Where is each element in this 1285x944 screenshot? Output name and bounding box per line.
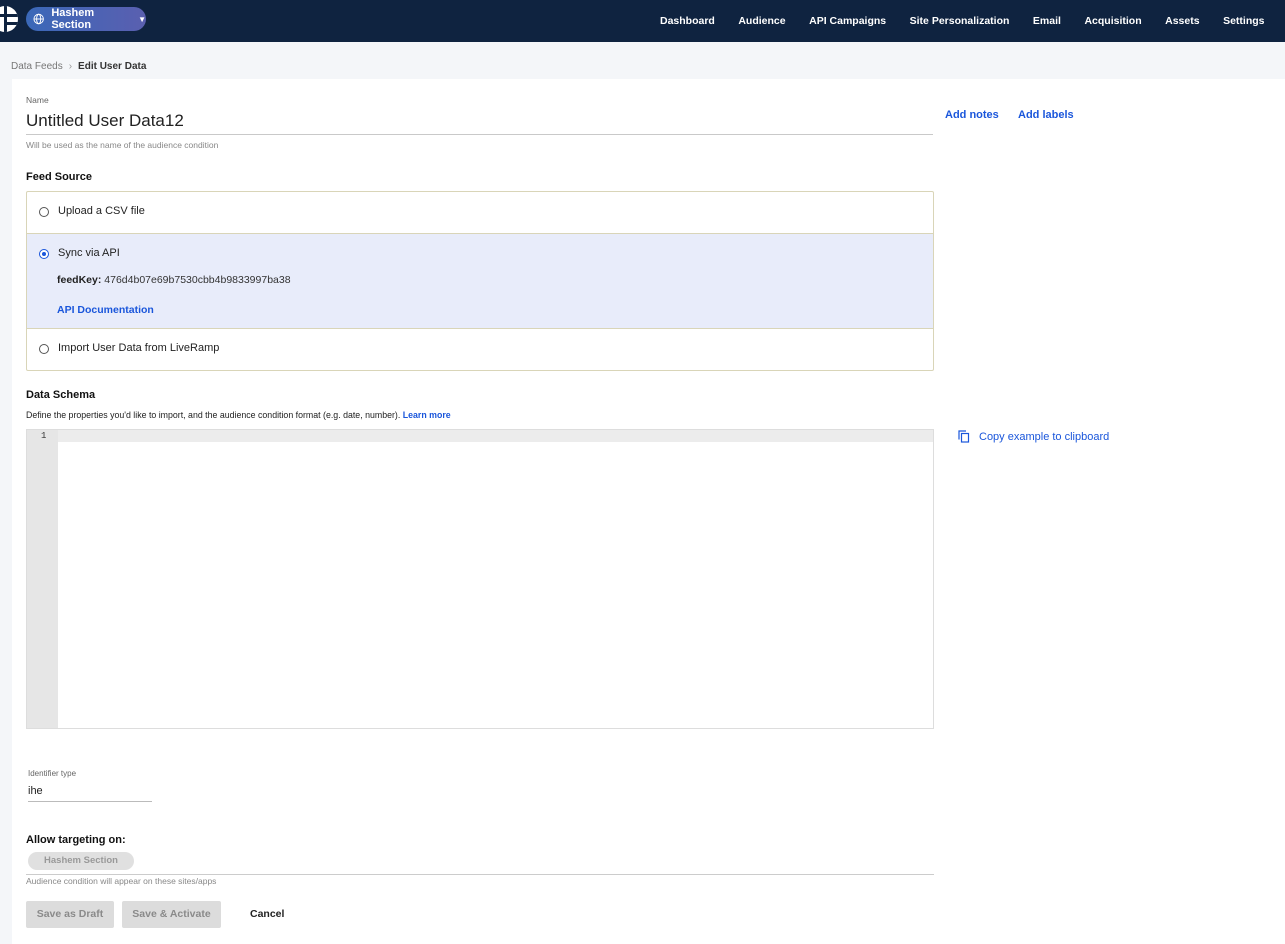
breadcrumb-current: Edit User Data	[78, 61, 147, 72]
site-selector-label: Hashem Section	[51, 7, 95, 31]
targeting-hint: Audience condition will appear on these …	[26, 876, 217, 886]
nav-dashboard[interactable]: Dashboard	[660, 15, 715, 27]
option-upload-csv[interactable]: Upload a CSV file	[27, 192, 933, 233]
name-label: Name	[26, 95, 49, 105]
option-sync-api-label: Sync via API	[58, 247, 120, 259]
radio-sync-api[interactable]	[39, 249, 49, 259]
line-number: 1	[41, 431, 47, 441]
schema-desc-text: Define the properties you'd like to impo…	[26, 410, 401, 420]
option-liveramp-label: Import User Data from LiveRamp	[58, 342, 220, 354]
nav-email[interactable]: Email	[1033, 15, 1061, 27]
breadcrumb: Data Feeds › Edit User Data	[11, 61, 146, 72]
api-documentation-link[interactable]: API Documentation	[57, 304, 154, 316]
name-hint: Will be used as the name of the audience…	[26, 140, 219, 150]
site-selector[interactable]: Hashem Section ▼	[26, 7, 146, 31]
allow-targeting-title: Allow targeting on:	[26, 834, 126, 846]
editor-gutter: 1	[27, 430, 58, 728]
option-upload-csv-label: Upload a CSV file	[58, 205, 145, 217]
nav-acquisition[interactable]: Acquisition	[1084, 15, 1141, 27]
targeting-sites-field[interactable]: Hashem Section	[26, 850, 934, 875]
nav-assets[interactable]: Assets	[1165, 15, 1199, 27]
nav-settings[interactable]: Settings	[1223, 15, 1264, 27]
copy-example-button[interactable]: Copy example to clipboard	[958, 430, 1109, 443]
cancel-button[interactable]: Cancel	[250, 908, 284, 920]
add-notes-link[interactable]: Add notes	[945, 109, 999, 121]
name-input[interactable]: Untitled User Data12	[26, 107, 933, 135]
identifier-type-label: Identifier type	[28, 769, 77, 778]
nav-audience[interactable]: Audience	[738, 15, 785, 27]
feedkey-value: 476d4b07e69b7530cbb4b9833997ba38	[104, 274, 291, 286]
feedkey-row: feedKey: 476d4b07e69b7530cbb4b9833997ba3…	[57, 274, 291, 286]
site-chip[interactable]: Hashem Section	[28, 852, 134, 870]
schema-code-editor[interactable]: 1	[26, 429, 934, 729]
data-schema-title: Data Schema	[26, 389, 96, 401]
top-nav-bar: Hashem Section ▼ Dashboard Audience API …	[0, 0, 1285, 42]
feedkey-label: feedKey:	[57, 274, 102, 286]
learn-more-link[interactable]: Learn more	[403, 410, 451, 420]
caret-down-icon: ▼	[138, 14, 146, 24]
radio-upload-csv[interactable]	[39, 207, 49, 217]
copy-icon	[958, 430, 970, 443]
breadcrumb-data-feeds[interactable]: Data Feeds	[11, 61, 63, 72]
active-line-highlight	[27, 430, 933, 442]
feed-source-title: Feed Source	[26, 171, 93, 183]
option-liveramp[interactable]: Import User Data from LiveRamp	[27, 329, 933, 370]
copy-example-label: Copy example to clipboard	[979, 430, 1110, 443]
save-activate-button[interactable]: Save & Activate	[122, 901, 221, 928]
app-logo-icon[interactable]	[0, 6, 18, 32]
chevron-right-icon: ›	[68, 61, 73, 72]
main-nav: Dashboard Audience API Campaigns Site Pe…	[660, 0, 1285, 42]
identifier-type-input[interactable]: ihe	[28, 784, 152, 802]
globe-icon	[33, 13, 44, 25]
option-sync-api[interactable]: Sync via API feedKey: 476d4b07e69b7530cb…	[27, 233, 933, 329]
nav-site-personalization[interactable]: Site Personalization	[910, 15, 1010, 27]
feed-source-options: Upload a CSV file Sync via API feedKey: …	[26, 191, 934, 371]
radio-liveramp[interactable]	[39, 344, 49, 354]
add-labels-link[interactable]: Add labels	[1018, 109, 1074, 121]
nav-api-campaigns[interactable]: API Campaigns	[809, 15, 886, 27]
save-draft-button[interactable]: Save as Draft	[26, 901, 114, 928]
data-schema-description: Define the properties you'd like to impo…	[26, 410, 451, 420]
